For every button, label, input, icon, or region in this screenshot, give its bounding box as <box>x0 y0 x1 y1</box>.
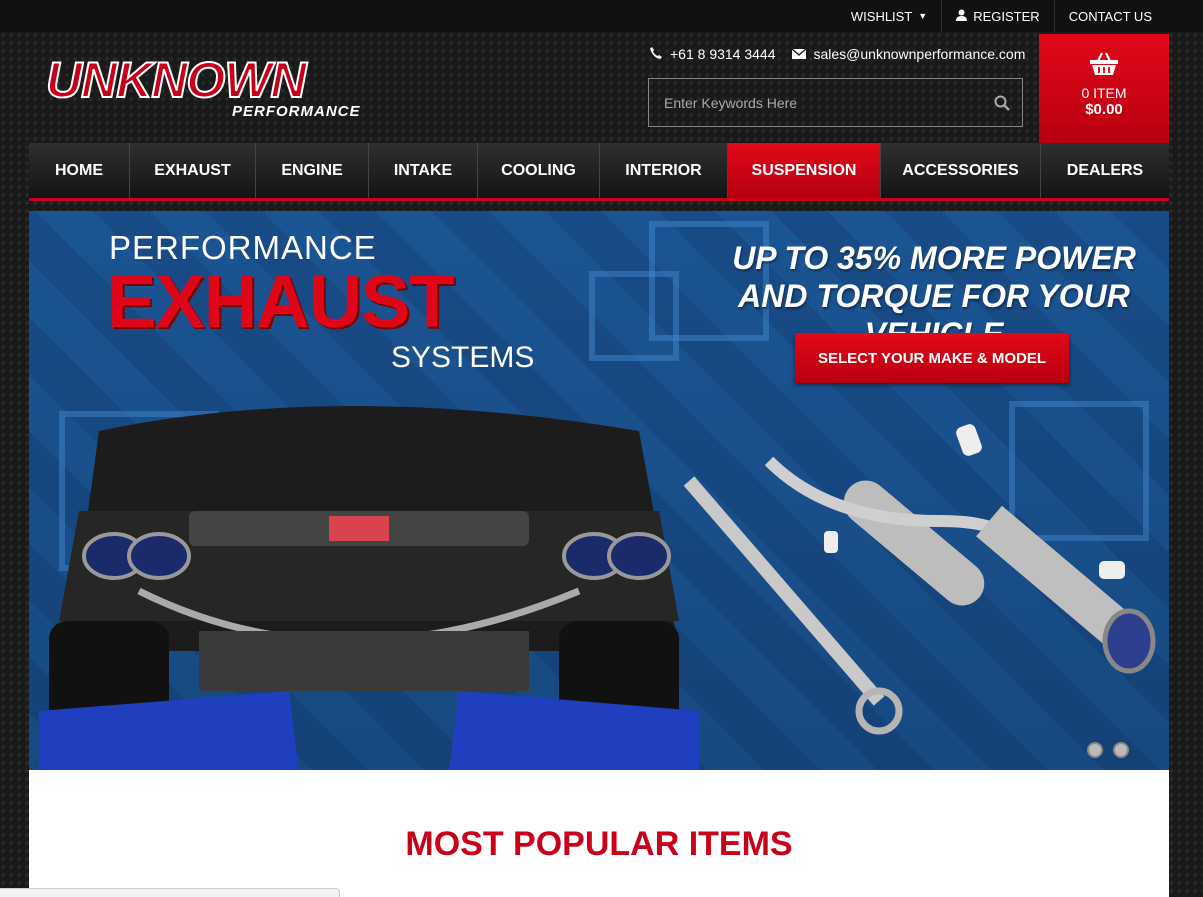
slider-dot-1[interactable] <box>1087 742 1103 758</box>
banner-tagline-line1: UP TO 35% MORE POWER <box>732 240 1136 276</box>
nav-item-interior[interactable]: INTERIOR <box>600 143 728 198</box>
nav-item-accessories[interactable]: ACCESSORIES <box>881 143 1041 198</box>
nav-item-cooling[interactable]: COOLING <box>478 143 600 198</box>
car-rear-image <box>39 406 699 770</box>
nav-item-engine[interactable]: ENGINE <box>256 143 369 198</box>
contact-label: CONTACT US <box>1068 8 1152 24</box>
wishlist-link[interactable]: WISHLIST ▼ <box>837 9 941 24</box>
cart-total: $0.00 <box>1085 101 1123 118</box>
basket-icon <box>1089 52 1119 80</box>
register-label: REGISTER <box>973 8 1040 24</box>
email-info: sales@unknownperformance.com <box>791 46 1026 62</box>
register-link[interactable]: REGISTER <box>942 9 1053 24</box>
nav-item-suspension[interactable]: SUSPENSION <box>728 143 881 198</box>
envelope-icon <box>791 46 806 62</box>
phone-icon <box>650 46 662 62</box>
nav-item-dealers[interactable]: DEALERS <box>1041 143 1169 198</box>
banner-exhaust: EXHAUST <box>107 260 455 343</box>
top-links: WISHLIST ▼ REGISTER CONTACT US <box>837 0 1166 32</box>
exhaust-system-image <box>683 424 1156 735</box>
search-input[interactable] <box>649 94 982 111</box>
cart-item-count: 0 ITEM <box>1081 85 1127 101</box>
user-icon <box>956 9 968 24</box>
slider-dot-2[interactable] <box>1113 742 1129 758</box>
search-box <box>648 78 1023 127</box>
nav-item-exhaust[interactable]: EXHAUST <box>130 143 256 198</box>
phone-number[interactable]: +61 8 9314 3444 <box>670 46 776 62</box>
main-content: MOST POPULAR ITEMS <box>29 770 1169 897</box>
slider-dots <box>1087 742 1129 758</box>
top-bar: WISHLIST ▼ REGISTER CONTACT US <box>0 0 1203 32</box>
site-logo[interactable]: UNKNOWN PERFORMANCE <box>45 52 376 125</box>
wishlist-label: WISHLIST <box>850 8 913 24</box>
email-address[interactable]: sales@unknownperformance.com <box>814 46 1026 62</box>
nav-item-intake[interactable]: INTAKE <box>369 143 478 198</box>
logo-subtitle: PERFORMANCE <box>232 103 361 120</box>
section-heading: MOST POPULAR ITEMS <box>405 825 793 863</box>
chevron-down-icon: ▼ <box>918 11 928 21</box>
search-icon[interactable] <box>982 95 1022 111</box>
nav-item-home[interactable]: HOME <box>29 143 130 198</box>
main-nav: HOME EXHAUST ENGINE INTAKE COOLING INTER… <box>29 143 1169 201</box>
cart-button[interactable]: 0 ITEM $0.00 <box>1039 34 1169 143</box>
browser-status-bar <box>0 888 340 897</box>
contact-us-link[interactable]: CONTACT US <box>1055 9 1166 24</box>
banner-systems: SYSTEMS <box>391 341 535 374</box>
contact-info: +61 8 9314 3444 sales@unknownperformance… <box>650 46 1025 62</box>
phone-info: +61 8 9314 3444 <box>650 46 776 62</box>
hero-banner[interactable]: PERFORMANCE EXHAUST SYSTEMS UP TO 35% MO… <box>29 211 1169 770</box>
select-make-model-button[interactable]: SELECT YOUR MAKE & MODEL <box>795 333 1069 383</box>
logo-wordmark: UNKNOWN <box>45 52 308 108</box>
